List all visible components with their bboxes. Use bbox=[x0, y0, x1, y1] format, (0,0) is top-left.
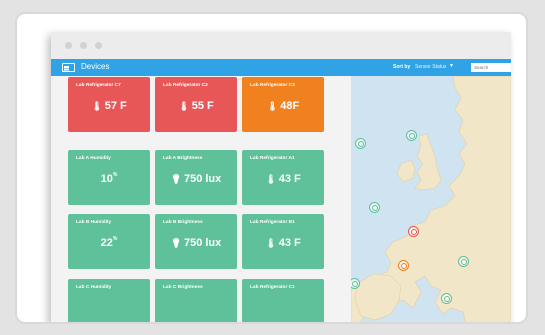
map-pin-green[interactable] bbox=[406, 130, 417, 141]
ireland bbox=[396, 159, 416, 183]
chevron-down-icon[interactable]: ▼ bbox=[449, 63, 454, 69]
device-card[interactable]: Lab B Brightness 💡 750 lux bbox=[155, 214, 237, 269]
device-unit: % bbox=[112, 236, 118, 242]
device-reading: 🌡 57 F bbox=[68, 100, 150, 112]
lightbulb-icon: 💡 bbox=[170, 174, 182, 184]
device-value: 10 bbox=[100, 173, 113, 185]
map-pin-red[interactable] bbox=[408, 226, 419, 237]
app-window: Devices Sort by Sensor Status ▼ Lab Refr… bbox=[51, 32, 511, 322]
lightbulb-icon: 💡 bbox=[170, 238, 182, 248]
device-label: Lab Refrigerator C3 bbox=[250, 83, 295, 88]
device-reading: 💡 750 lux bbox=[155, 237, 237, 249]
device-card[interactable]: Lab Refrigerator A1 🌡 43 F bbox=[242, 150, 324, 205]
device-reading: 🌡 43 F bbox=[242, 237, 324, 249]
device-card[interactable]: Lab Refrigerator C7 🌡 57 F bbox=[68, 77, 150, 132]
device-card[interactable]: Lab Refrigerator C3 🌡 48F bbox=[242, 77, 324, 132]
map-pin-green[interactable] bbox=[441, 293, 452, 304]
map-pin-green[interactable] bbox=[355, 138, 366, 149]
device-label: Lab Refrigerator C1 bbox=[250, 285, 295, 290]
title-bar bbox=[51, 32, 511, 59]
thermometer-icon: 🌡 bbox=[265, 238, 277, 248]
device-label: Lab Refrigerator A1 bbox=[250, 156, 295, 161]
thermometer-icon: 🌡 bbox=[91, 101, 103, 111]
device-label: Lab C Humidity bbox=[76, 285, 112, 290]
device-value: 22 bbox=[100, 237, 113, 249]
window-minimize-dot[interactable] bbox=[80, 42, 87, 49]
device-label: Lab C Brightness bbox=[163, 285, 203, 290]
device-frame: Devices Sort by Sensor Status ▼ Lab Refr… bbox=[15, 12, 528, 324]
device-card[interactable]: Lab Refrigerator B1 🌡 43 F bbox=[242, 214, 324, 269]
device-reading: 🌡 48F bbox=[242, 100, 324, 112]
device-label: Lab A Brightness bbox=[163, 156, 203, 161]
device-value: 43 F bbox=[278, 173, 301, 185]
device-label: Lab B Brightness bbox=[163, 220, 203, 225]
device-value: 57 F bbox=[104, 100, 127, 112]
map-pin-green[interactable] bbox=[458, 256, 469, 267]
devices-icon bbox=[62, 63, 75, 72]
britain bbox=[414, 133, 442, 191]
device-unit: % bbox=[112, 172, 118, 178]
device-card[interactable]: Lab A Brightness 💡 750 lux bbox=[155, 150, 237, 205]
device-reading: 💡 750 lux bbox=[155, 173, 237, 185]
app-header: Devices Sort by Sensor Status ▼ bbox=[51, 59, 511, 76]
map-pin-green[interactable] bbox=[369, 202, 380, 213]
sort-select[interactable]: Sensor Status bbox=[415, 64, 446, 70]
device-reading: 10% bbox=[68, 172, 150, 185]
device-value: 55 F bbox=[191, 100, 214, 112]
device-label: Lab B Humidity bbox=[76, 220, 112, 225]
device-label: Lab Refrigerator B1 bbox=[250, 220, 295, 225]
device-reading: 🌡 43 F bbox=[242, 173, 324, 185]
device-label: Lab Refrigerator C2 bbox=[163, 83, 208, 88]
device-card[interactable]: Lab C Brightness bbox=[155, 279, 237, 322]
sort-by-label: Sort by bbox=[393, 64, 411, 70]
device-grid: Lab Refrigerator C7 🌡 57 F Lab Refrigerator… bbox=[51, 76, 351, 322]
device-value: 43 F bbox=[278, 237, 301, 249]
thermometer-icon: 🌡 bbox=[265, 174, 277, 184]
device-card[interactable]: Lab Refrigerator C2 🌡 55 F bbox=[155, 77, 237, 132]
thermometer-icon: 🌡 bbox=[178, 101, 190, 111]
map-pin-orange[interactable] bbox=[398, 260, 409, 271]
window-maximize-dot[interactable] bbox=[95, 42, 102, 49]
device-card[interactable]: Lab C Humidity bbox=[68, 279, 150, 322]
device-reading: 22% bbox=[68, 236, 150, 249]
device-value: 48F bbox=[280, 100, 300, 112]
device-reading: 🌡 55 F bbox=[155, 100, 237, 112]
search-input[interactable] bbox=[471, 63, 511, 72]
device-label: Lab A Humidity bbox=[76, 156, 111, 161]
device-card[interactable]: Lab Refrigerator C1 bbox=[242, 279, 324, 322]
device-label: Lab Refrigerator C7 bbox=[76, 83, 121, 88]
page-title: Devices bbox=[81, 62, 110, 71]
device-card[interactable]: Lab B Humidity 22% bbox=[68, 214, 150, 269]
window-close-dot[interactable] bbox=[65, 42, 72, 49]
device-value: 750 lux bbox=[183, 237, 222, 249]
europe-map bbox=[351, 76, 511, 322]
device-map[interactable] bbox=[351, 76, 511, 322]
iberia bbox=[354, 273, 402, 321]
thermometer-icon: 🌡 bbox=[266, 101, 279, 111]
device-card[interactable]: Lab A Humidity 10% bbox=[68, 150, 150, 205]
device-value: 750 lux bbox=[183, 173, 222, 185]
